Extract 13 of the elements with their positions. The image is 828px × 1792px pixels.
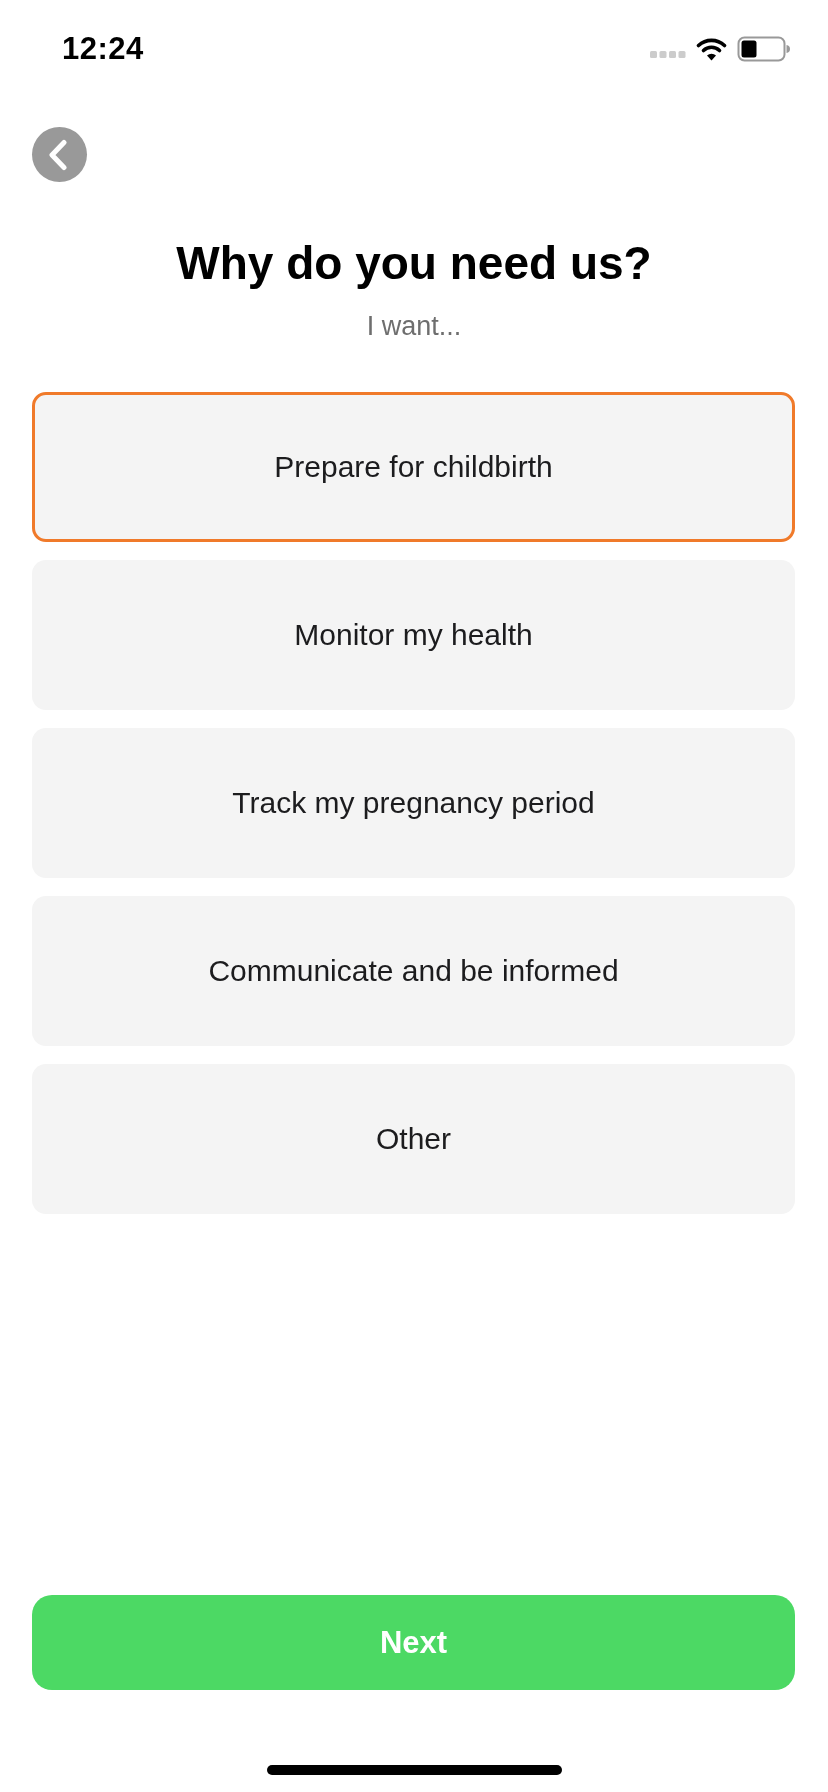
signal-icon: [650, 51, 686, 58]
status-time: 12:24: [62, 31, 144, 67]
page-subtitle: I want...: [366, 310, 462, 342]
option-button[interactable]: Prepare for childbirth: [32, 392, 795, 542]
option-button[interactable]: Monitor my health: [32, 560, 795, 710]
page-title: Why do you need us?: [176, 236, 652, 290]
chevron-left-icon: [47, 138, 69, 171]
option-button[interactable]: Track my pregnancy period: [32, 728, 795, 878]
option-button[interactable]: Communicate and be informed: [32, 896, 795, 1046]
option-button[interactable]: Other: [32, 1064, 795, 1214]
battery-icon: [737, 36, 791, 62]
wifi-icon: [696, 37, 727, 61]
back-button[interactable]: [32, 127, 87, 182]
